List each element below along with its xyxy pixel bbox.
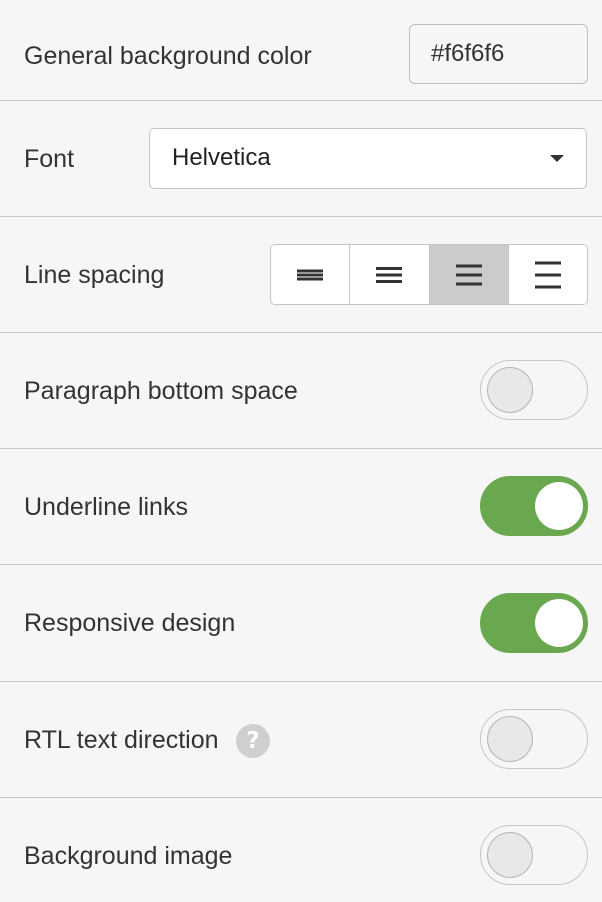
- font-select-value: Helvetica: [172, 144, 271, 171]
- toggle-knob: [487, 716, 533, 762]
- rtl-text-direction-row: RTL text direction: [0, 682, 602, 798]
- background-color-input[interactable]: [409, 24, 588, 84]
- rtl-text-direction-label: RTL text direction: [24, 726, 219, 754]
- line-spacing-normal-option[interactable]: [429, 245, 509, 304]
- background-color-label: General background color: [24, 42, 312, 70]
- underline-links-row: Underline links: [0, 449, 602, 565]
- chevron-down-icon: [550, 155, 564, 162]
- responsive-design-row: Responsive design: [0, 565, 602, 682]
- line-spacing-row: Line spacing: [0, 217, 602, 333]
- paragraph-bottom-space-label: Paragraph bottom space: [24, 377, 298, 405]
- help-icon[interactable]: ?: [236, 724, 270, 758]
- underline-links-toggle[interactable]: [480, 476, 588, 536]
- toggle-knob: [487, 832, 533, 878]
- underline-links-label: Underline links: [24, 493, 188, 521]
- style-settings-panel: General background color Font Helvetica …: [0, 0, 602, 902]
- rtl-text-direction-toggle[interactable]: [480, 709, 588, 769]
- line-spacing-tight-icon: [297, 269, 324, 280]
- line-spacing-loose-icon: [534, 261, 561, 288]
- toggle-knob: [535, 482, 583, 530]
- responsive-design-label: Responsive design: [24, 609, 236, 637]
- line-spacing-loose-option[interactable]: [508, 245, 587, 304]
- responsive-design-toggle[interactable]: [480, 593, 588, 653]
- background-image-row: Background image: [0, 798, 602, 902]
- font-row: Font Helvetica: [0, 101, 602, 217]
- paragraph-bottom-space-row: Paragraph bottom space: [0, 333, 602, 449]
- paragraph-bottom-space-toggle[interactable]: [480, 360, 588, 420]
- toggle-knob: [487, 367, 533, 413]
- line-spacing-compact-option[interactable]: [350, 245, 430, 304]
- line-spacing-selector: [270, 244, 588, 305]
- background-image-label: Background image: [24, 842, 233, 870]
- background-color-row: General background color: [0, 0, 602, 101]
- font-label: Font: [24, 145, 75, 173]
- font-select[interactable]: Helvetica: [149, 128, 587, 189]
- background-image-toggle[interactable]: [480, 825, 588, 885]
- toggle-knob: [535, 599, 583, 647]
- line-spacing-compact-icon: [376, 266, 403, 283]
- line-spacing-label: Line spacing: [24, 261, 165, 289]
- line-spacing-tight-option[interactable]: [271, 245, 351, 304]
- line-spacing-normal-icon: [455, 264, 482, 285]
